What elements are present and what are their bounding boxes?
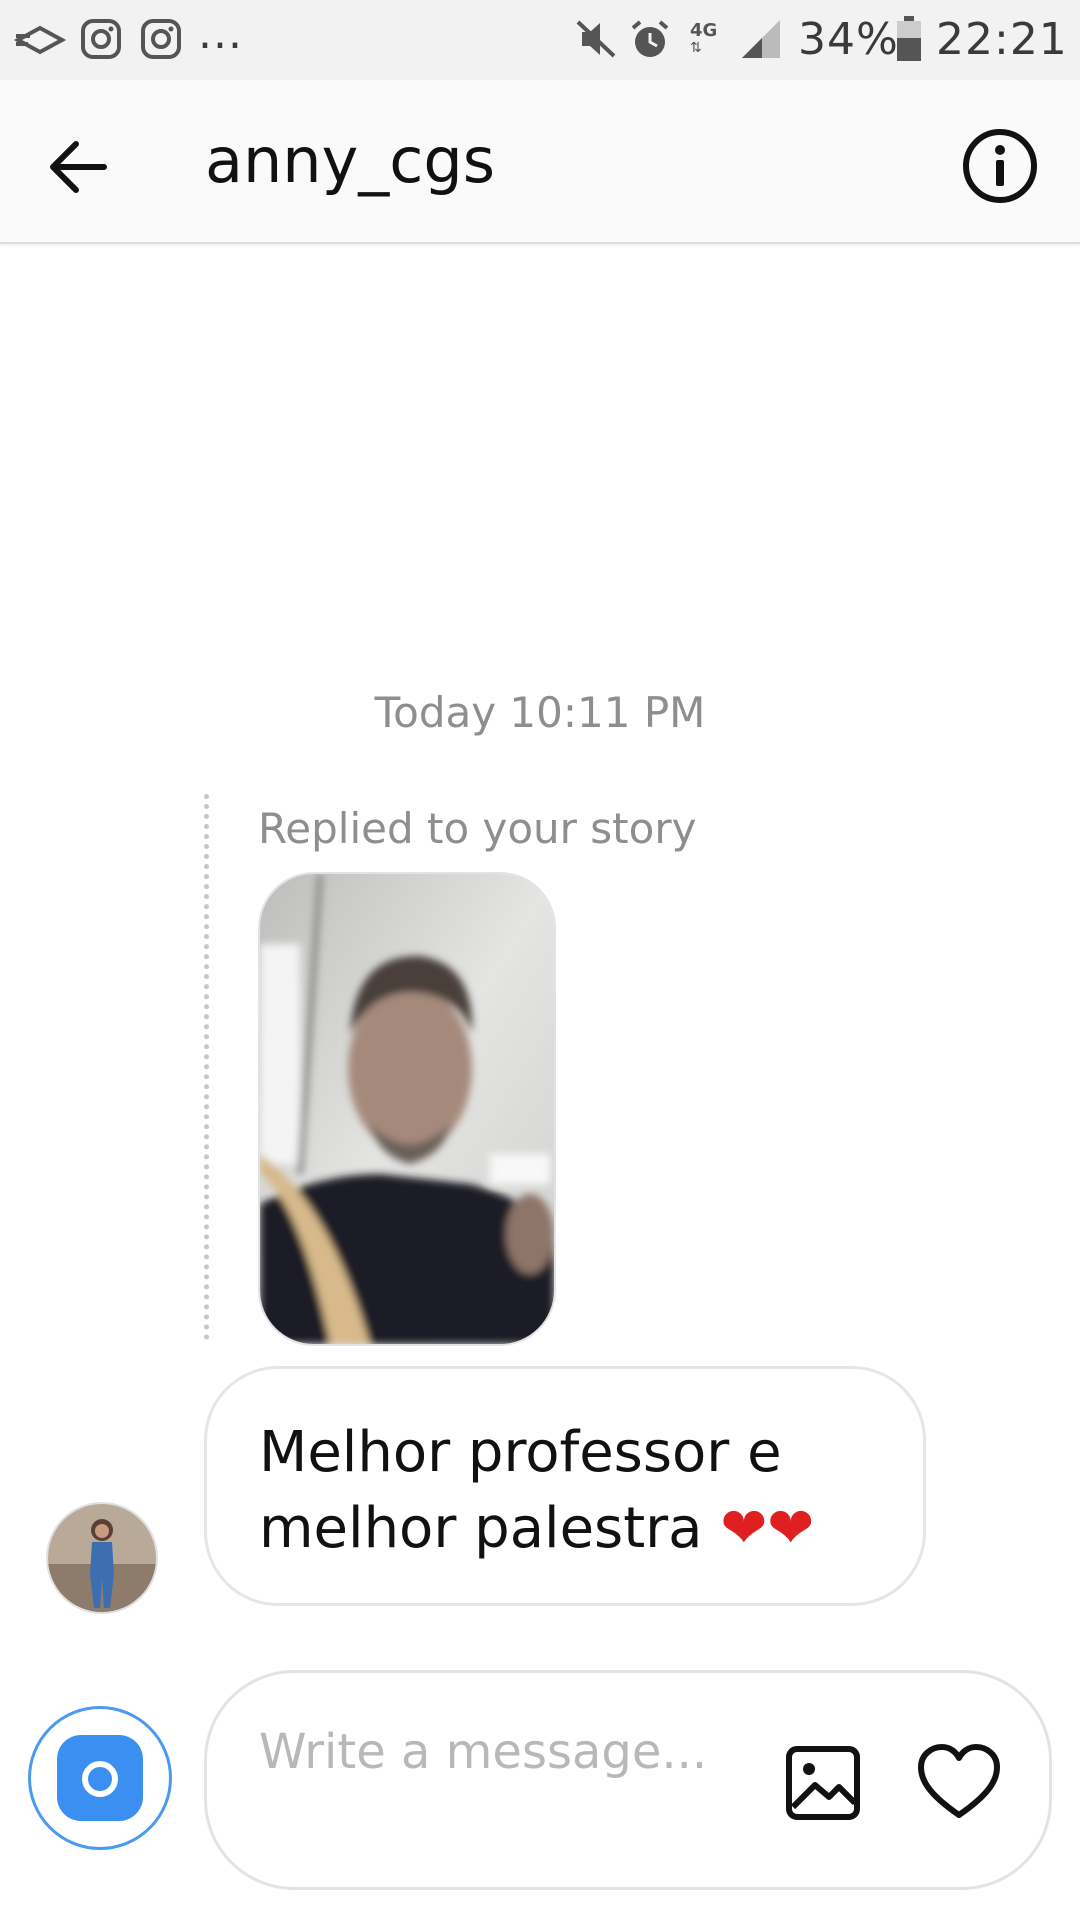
mail-send-icon (14, 25, 66, 55)
message-text: Melhor professor e melhor palestra ❤❤ (259, 1415, 899, 1567)
conversation-username[interactable]: anny_cgs (205, 124, 495, 197)
reply-indicator-line (204, 794, 209, 1340)
story-reply-label: Replied to your story (258, 804, 697, 853)
heart-emoji: ❤❤ (720, 1496, 815, 1561)
story-thumbnail[interactable] (258, 872, 556, 1346)
instagram-icon (141, 19, 181, 59)
message-composer: Write a message... (204, 1670, 1052, 1890)
status-bar: ... 4G ⇅ 34% 22:21 (0, 0, 1080, 80)
network-label: 4G (690, 20, 718, 41)
mute-icon (576, 20, 616, 58)
camera-icon (57, 1735, 143, 1821)
arrow-left-icon[interactable] (44, 132, 114, 202)
clock: 22:21 (936, 14, 1068, 65)
battery-icon (897, 16, 921, 61)
gallery-icon[interactable] (785, 1745, 861, 1821)
info-circle-icon[interactable] (960, 126, 1040, 206)
sender-avatar[interactable] (46, 1502, 158, 1614)
alarm-icon (631, 20, 669, 57)
message-input[interactable]: Write a message... (259, 1719, 739, 1849)
camera-button[interactable] (28, 1706, 172, 1850)
chat-header: anny_cgs (0, 80, 1080, 244)
more-notifications-icon: ... (198, 8, 243, 59)
message-timestamp: Today 10:11 PM (374, 688, 706, 737)
message-bubble[interactable]: Melhor professor e melhor palestra ❤❤ (204, 1366, 926, 1606)
network-4g-icon: 4G ⇅ (690, 20, 724, 60)
signal-icon (742, 20, 780, 58)
message-body: Melhor professor e melhor palestra (259, 1420, 782, 1561)
story-photo (260, 874, 554, 1344)
battery-percent: 34% (798, 14, 899, 65)
instagram-icon (81, 19, 121, 59)
avatar-photo (48, 1504, 156, 1612)
heart-outline-icon[interactable] (917, 1743, 1001, 1823)
